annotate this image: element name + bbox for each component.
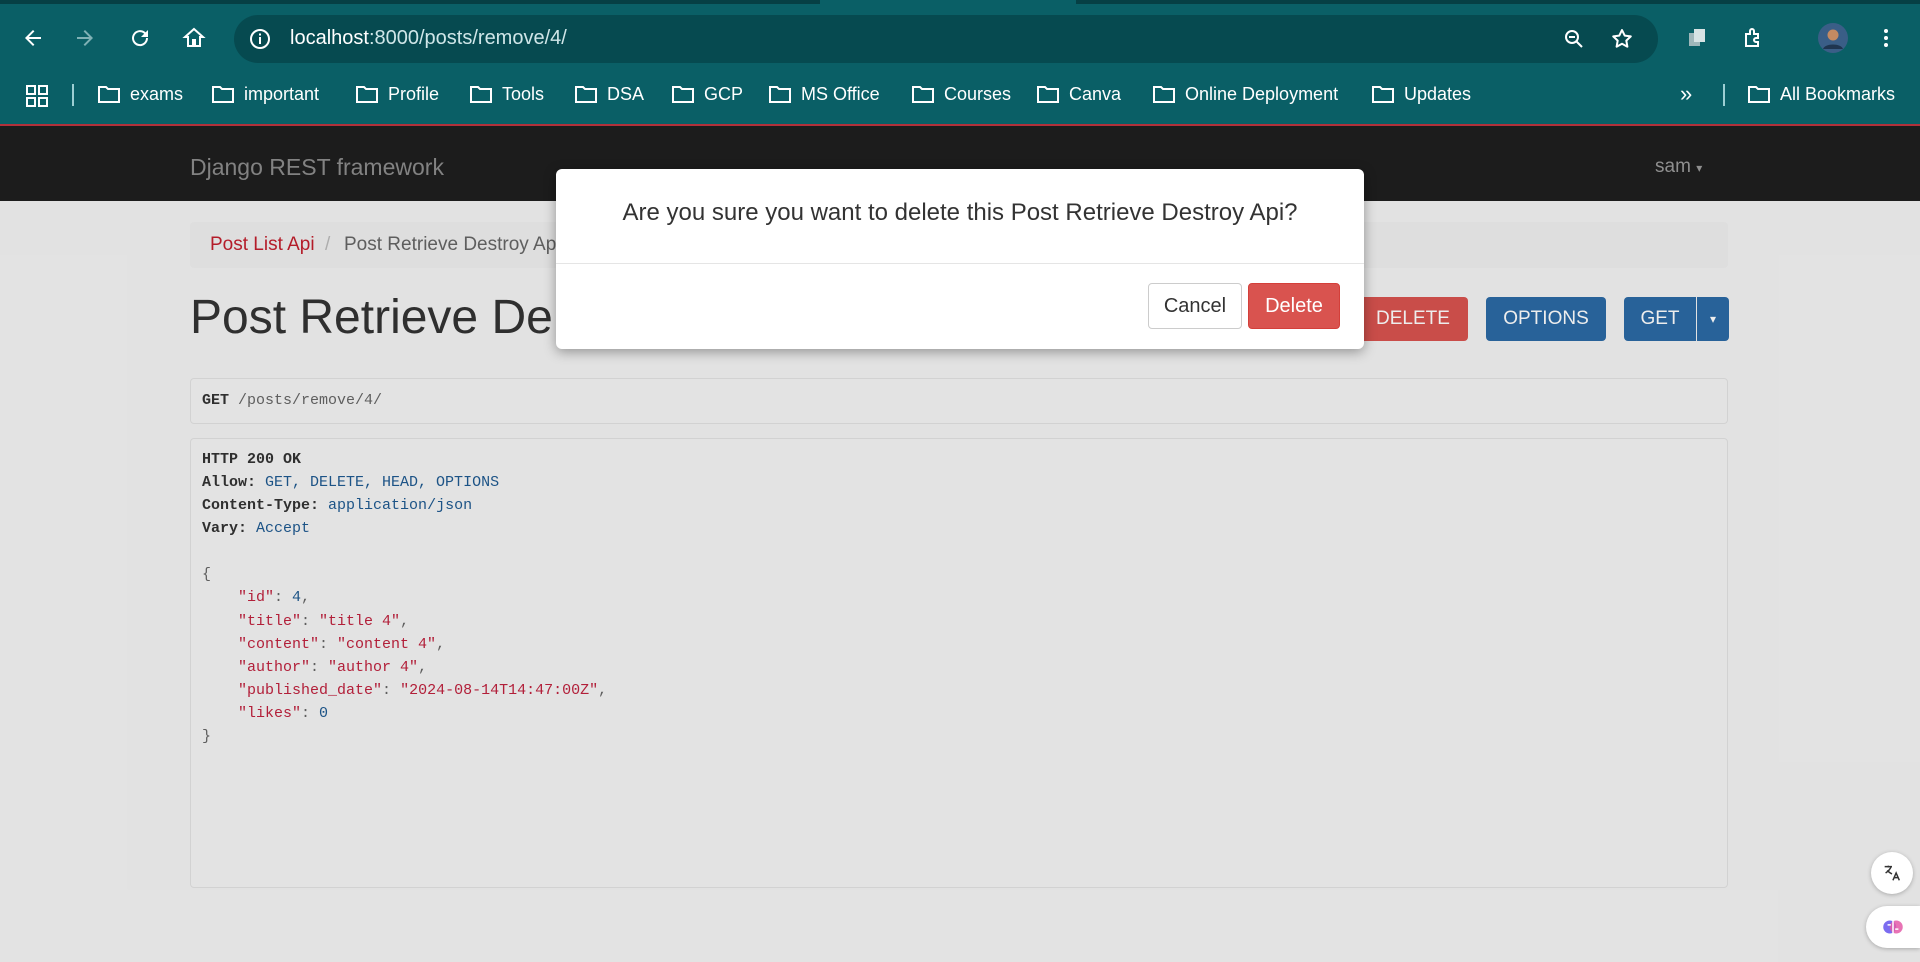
bookmark-label: DSA	[607, 83, 645, 104]
folder-icon	[1153, 86, 1175, 103]
bookmark-folder-dsa[interactable]: DSA	[575, 80, 644, 108]
folder-icon	[769, 86, 791, 103]
modal-question: Are you sure you want to delete this Pos…	[622, 199, 1298, 226]
bookmark-separator	[1723, 84, 1725, 106]
forward-icon[interactable]	[67, 20, 103, 56]
bookmark-folder-ms-office[interactable]: MS Office	[769, 80, 880, 108]
cancel-button[interactable]: Cancel	[1148, 283, 1242, 329]
url-text[interactable]: localhost:8000/posts/remove/4/	[290, 27, 567, 50]
browser-chrome: localhost:8000/posts/remove/4/ exams imp…	[0, 0, 1920, 125]
bookmark-label: Online Deployment	[1185, 83, 1339, 104]
bookmark-label: important	[244, 83, 320, 104]
site-info-icon[interactable]	[248, 27, 272, 51]
home-icon[interactable]	[176, 20, 212, 56]
all-bookmarks-button[interactable]: All Bookmarks	[1748, 80, 1895, 108]
bookmark-label: exams	[130, 83, 184, 104]
modal-divider	[556, 263, 1364, 264]
tab-strip-right	[1076, 0, 1920, 4]
back-icon[interactable]	[15, 20, 51, 56]
bookmark-star-icon[interactable]	[1610, 27, 1634, 51]
bookmark-folder-profile[interactable]: Profile	[356, 80, 439, 108]
bookmark-folder-exams[interactable]: exams	[98, 80, 183, 108]
bookmark-label: Courses	[944, 83, 1012, 104]
bookmark-separator	[72, 84, 74, 106]
bookmark-label: MS Office	[801, 83, 880, 104]
bookmark-label: Canva	[1069, 83, 1122, 104]
confirm-delete-button[interactable]: Delete	[1248, 283, 1340, 329]
bookmark-folder-tools[interactable]: Tools	[470, 80, 544, 108]
folder-icon	[1372, 86, 1394, 103]
profile-avatar[interactable]	[1815, 20, 1851, 56]
brain-icon	[1883, 920, 1903, 934]
folder-icon	[98, 86, 120, 103]
bookmarks-overflow-button[interactable]: »	[1680, 80, 1692, 108]
address-bar[interactable]: localhost:8000/posts/remove/4/	[234, 15, 1658, 63]
assistant-float-button[interactable]	[1866, 906, 1920, 948]
bookmark-label: Profile	[388, 83, 440, 104]
folder-icon	[912, 86, 934, 103]
bookmark-folder-updates[interactable]: Updates	[1372, 80, 1471, 108]
apps-icon[interactable]	[26, 82, 48, 110]
folder-icon	[575, 86, 597, 103]
folder-icon	[356, 86, 378, 103]
bookmark-folder-canva[interactable]: Canva	[1037, 80, 1121, 108]
extensions-icon[interactable]	[1735, 20, 1771, 56]
reload-icon[interactable]	[122, 20, 158, 56]
bookmark-label: Updates	[1404, 83, 1472, 104]
browser-menu-icon[interactable]	[1868, 20, 1904, 56]
tab-strip-left	[0, 0, 820, 4]
zoom-icon[interactable]	[1562, 27, 1586, 51]
bookmark-label: GCP	[704, 83, 744, 104]
translate-float-button[interactable]	[1871, 852, 1913, 894]
bookmark-folder-courses[interactable]: Courses	[912, 80, 1011, 108]
url-host: localhost	[290, 27, 369, 49]
url-path: :8000/posts/remove/4/	[368, 27, 567, 49]
bookmark-folder-gcp[interactable]: GCP	[672, 80, 743, 108]
folder-icon	[672, 86, 694, 103]
translate-icon	[1884, 865, 1901, 881]
overflow-chevron-icon: »	[1680, 81, 1693, 106]
all-bookmarks-label: All Bookmarks	[1780, 83, 1896, 104]
folder-icon	[1748, 86, 1770, 103]
folder-icon	[212, 86, 234, 103]
folder-icon	[1037, 86, 1059, 103]
folder-icon	[470, 86, 492, 103]
copy-extension-icon[interactable]	[1679, 20, 1715, 56]
bookmark-folder-important[interactable]: important	[212, 80, 319, 108]
bookmark-label: Tools	[502, 83, 545, 104]
bookmark-folder-online-deployment[interactable]: Online Deployment	[1153, 80, 1338, 108]
delete-confirm-modal: Are you sure you want to delete this Pos…	[556, 169, 1364, 349]
